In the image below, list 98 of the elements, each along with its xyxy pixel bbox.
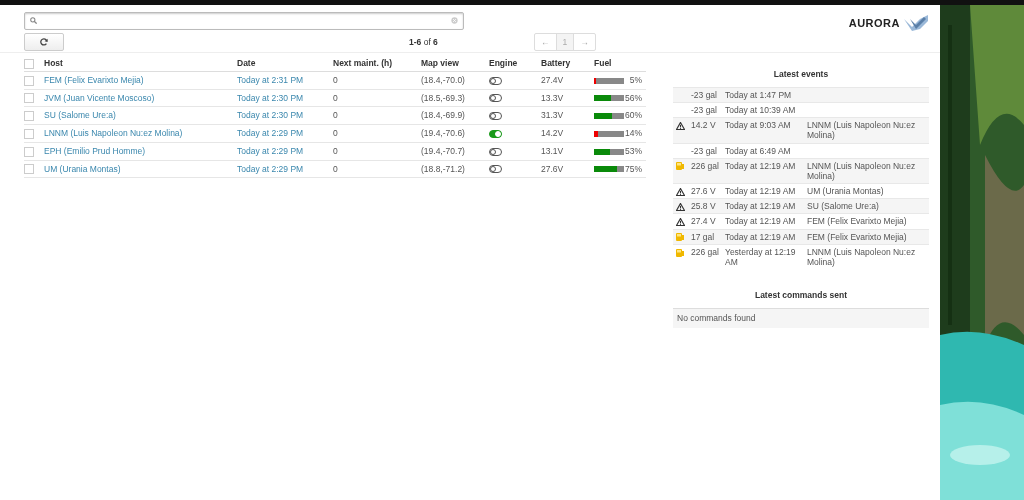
event-value: 226 gal xyxy=(691,246,719,257)
table-cell: 13.1V xyxy=(541,145,564,156)
event-value: 226 gal xyxy=(691,160,719,171)
column-header[interactable]: Map view xyxy=(421,58,459,68)
host-link[interactable]: LNNM (Luis Napoleon Nu:ez Molina) xyxy=(44,128,183,138)
event-value: 17 gal xyxy=(691,231,715,242)
row-checkbox[interactable] xyxy=(24,111,34,121)
event-date: Today at 12:19 AM xyxy=(725,231,796,242)
fuel-reading: 5% xyxy=(628,73,642,87)
table-cell: (19.4,-70.7) xyxy=(421,145,465,156)
table-cell: (18.8,-71.2) xyxy=(421,163,465,174)
search-field[interactable] xyxy=(24,12,464,30)
event-host: SU (Salome Ure:a) xyxy=(807,201,879,212)
event-value: -23 gal xyxy=(691,145,717,156)
page-button[interactable]: 1 xyxy=(555,33,574,51)
event-value: -23 gal xyxy=(691,89,717,100)
table-cell: 0 xyxy=(333,128,338,138)
date-link[interactable]: Today at 2:30 PM xyxy=(237,110,304,121)
row-checkbox[interactable] xyxy=(24,75,34,86)
table-cell: 0 xyxy=(333,163,338,174)
fuel-reading: 75% xyxy=(624,162,642,176)
date-link[interactable]: Today at 2:29 PM xyxy=(237,163,304,174)
event-value: -23 gal xyxy=(691,104,717,115)
table-cell: 0 xyxy=(333,145,338,156)
column-header[interactable]: Next maint. (h) xyxy=(333,58,393,68)
event-value: 14.2 V xyxy=(691,120,716,131)
event-date: Today at 6:49 AM xyxy=(725,145,791,156)
refresh-button[interactable] xyxy=(24,33,64,51)
event-date: Today at 12:19 AM xyxy=(725,201,796,212)
event-value: 25.8 V xyxy=(691,201,716,212)
table-cell: 0 xyxy=(333,74,338,85)
table-cell: 27.6V xyxy=(541,163,564,174)
warning-icon xyxy=(676,187,685,196)
fuel-reading: 14% xyxy=(624,127,642,140)
event-host: UM (Urania Montas) xyxy=(807,186,884,197)
table-cell: (18.5,-69.3) xyxy=(421,92,465,103)
event-date: Today at 12:19 AM xyxy=(725,216,796,227)
section-title: Latest events xyxy=(772,68,830,81)
logo-text: AURORA xyxy=(848,16,900,31)
column-header[interactable]: Engine xyxy=(489,58,518,68)
event-date: Today at 9:03 AM xyxy=(725,120,791,131)
table-cell: 31.3V xyxy=(541,110,564,121)
table-cell: (18.4,-70.0) xyxy=(421,74,465,85)
event-value: 27.6 V xyxy=(691,186,716,197)
next-page-button[interactable]: → xyxy=(573,33,595,51)
table-cell: 0 xyxy=(333,92,338,103)
event-host: FEM (Felix Evarixto Mejia) xyxy=(807,216,907,227)
column-header[interactable]: Date xyxy=(237,58,256,68)
event-date: Yesterday at 12:19 AM xyxy=(725,246,796,267)
event-host: LNNM (Luis Napoleon Nu:ez Molina) xyxy=(807,160,916,181)
column-header[interactable]: Host xyxy=(44,58,63,68)
row-checkbox[interactable] xyxy=(24,146,34,157)
row-checkbox[interactable] xyxy=(24,164,34,175)
column-header[interactable]: Battery xyxy=(541,58,571,68)
date-link[interactable]: Today at 2:29 PM xyxy=(237,128,304,138)
column-header[interactable]: Fuel xyxy=(594,58,612,68)
date-link[interactable]: Today at 2:29 PM xyxy=(237,145,304,156)
fuel-reading: 60% xyxy=(624,109,642,122)
event-value: 27.4 V xyxy=(691,216,716,227)
warning-icon xyxy=(676,203,685,211)
event-date: Today at 1:47 PM xyxy=(725,89,792,100)
pagination-summary: 1-6 of 6 xyxy=(409,35,439,49)
event-date: Today at 12:19 AM xyxy=(725,186,796,197)
section-title: Latest commands sent xyxy=(753,289,849,303)
row-checkbox[interactable] xyxy=(24,93,34,104)
date-link[interactable]: Today at 2:30 PM xyxy=(237,92,304,103)
host-link[interactable]: JVM (Juan Vicente Moscoso) xyxy=(44,92,155,103)
table-cell: (19.4,-70.6) xyxy=(421,128,465,138)
table-cell: (18.4,-69.9) xyxy=(421,110,465,121)
host-link[interactable]: EPH (Emilio Prud Homme) xyxy=(44,145,146,156)
event-host: FEM (Felix Evarixto Mejia) xyxy=(807,231,907,242)
event-date: Today at 12:19 AM xyxy=(725,160,796,171)
table-cell: 14.2V xyxy=(541,128,564,138)
fuel-icon xyxy=(676,162,684,171)
empty-message: No commands found xyxy=(673,307,929,328)
fuel-reading: 56% xyxy=(624,91,642,105)
host-link[interactable]: SU (Salome Ure:a) xyxy=(44,110,116,121)
row-checkbox[interactable] xyxy=(24,128,34,139)
previous-page-button[interactable]: ← xyxy=(535,33,556,51)
search-icon xyxy=(30,17,37,24)
fuel-icon xyxy=(676,233,684,242)
host-link[interactable]: UM (Urania Montas) xyxy=(44,163,121,174)
table-cell: 27.4V xyxy=(541,74,564,85)
fuel-icon xyxy=(676,248,684,257)
clear-icon[interactable] xyxy=(451,17,458,24)
event-host: LNNM (Luis Napoleon Nu:ez Molina) xyxy=(807,246,916,267)
event-date: Today at 10:39 AM xyxy=(725,104,796,115)
refresh-icon xyxy=(40,38,48,46)
table-cell: 0 xyxy=(333,110,338,121)
logo-icon xyxy=(904,15,928,32)
event-host: LNNM (Luis Napoleon Nu:ez Molina) xyxy=(807,120,916,141)
warning-icon xyxy=(676,218,685,227)
fuel-reading: 53% xyxy=(624,144,642,158)
table-cell: 13.3V xyxy=(541,92,564,103)
host-link[interactable]: FEM (Felix Evarixto Mejia) xyxy=(44,74,144,85)
select-all-checkbox[interactable] xyxy=(24,58,34,69)
warning-icon xyxy=(676,121,685,130)
date-link[interactable]: Today at 2:31 PM xyxy=(237,74,304,85)
